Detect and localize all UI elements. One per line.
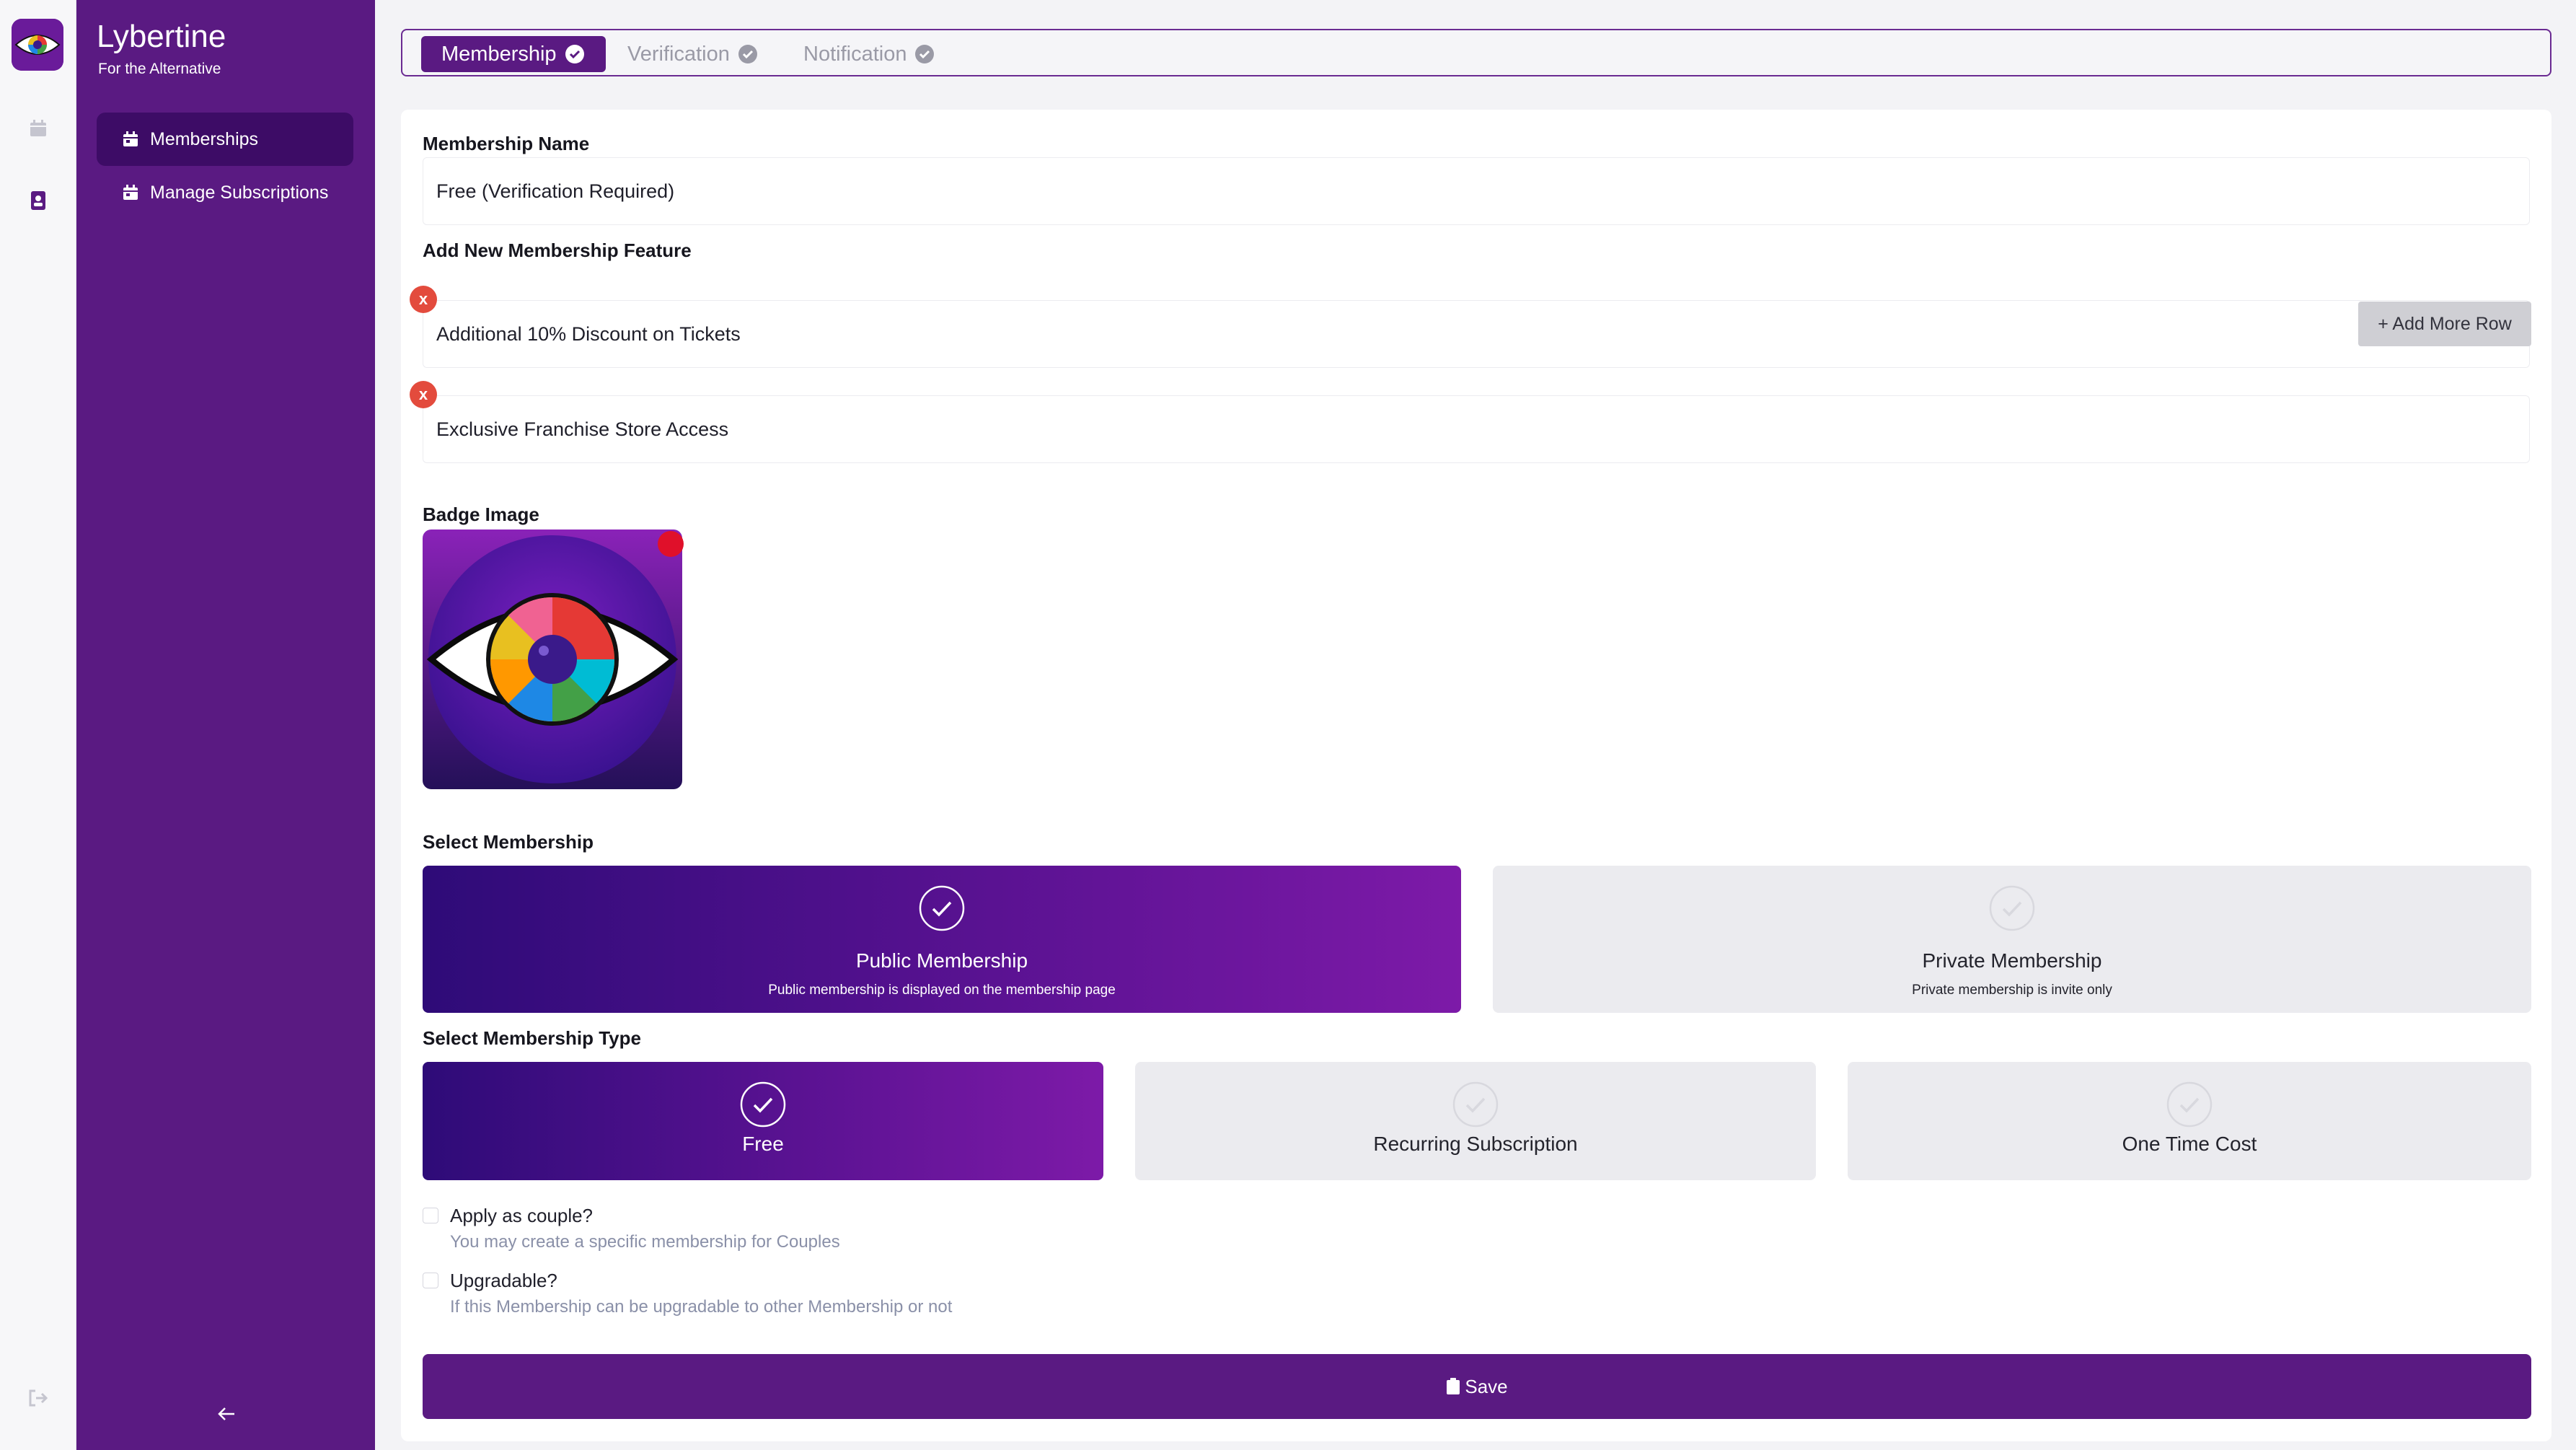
option-title: Recurring Subscription bbox=[1373, 1133, 1578, 1155]
logout-icon[interactable] bbox=[24, 1384, 53, 1412]
sidebar-item-label: Memberships bbox=[150, 128, 259, 149]
select-membership-type-label: Select Membership Type bbox=[423, 1027, 641, 1049]
sidebar-item-memberships[interactable]: Memberships bbox=[97, 113, 353, 166]
sidebar: Lybertine For the Alternative Membership… bbox=[76, 0, 375, 1450]
contact-book-icon[interactable] bbox=[24, 186, 53, 215]
step-label: Notification bbox=[803, 42, 907, 66]
apply-as-couple-label: Apply as couple? bbox=[450, 1205, 594, 1226]
upgradable-checkbox[interactable] bbox=[423, 1273, 438, 1288]
upgradable-hint: If this Membership can be upgradable to … bbox=[450, 1297, 953, 1317]
feature-input-1[interactable]: Additional 10% Discount on Tickets bbox=[423, 300, 2530, 368]
option-title: Public Membership bbox=[855, 949, 1028, 972]
check-circle-icon bbox=[1452, 1081, 1499, 1128]
badge-image bbox=[423, 530, 682, 789]
check-circle-icon bbox=[2166, 1081, 2213, 1128]
type-recurring-subscription-option[interactable]: Recurring Subscription bbox=[1135, 1062, 1816, 1180]
calendar-icon bbox=[123, 131, 138, 146]
brand-subtitle: For the Alternative bbox=[98, 61, 221, 77]
clipboard-icon bbox=[1447, 1378, 1460, 1394]
membership-form: Membership Name Free (Verification Requi… bbox=[401, 110, 2551, 1441]
step-notification[interactable]: Notification bbox=[783, 36, 956, 72]
sidebar-item-manage-subscriptions[interactable]: Manage Subscriptions bbox=[97, 166, 353, 219]
membership-name-input[interactable]: Free (Verification Required) bbox=[423, 157, 2530, 225]
save-label: Save bbox=[1465, 1375, 1508, 1397]
form-stepper: Membership Verification Notification bbox=[401, 29, 2551, 76]
remove-feature-2-button[interactable]: x bbox=[410, 381, 437, 408]
apply-as-couple-checkbox[interactable] bbox=[423, 1208, 438, 1223]
arrow-left-icon bbox=[218, 1407, 234, 1420]
check-circle-icon bbox=[738, 45, 757, 63]
save-button[interactable]: Save bbox=[423, 1354, 2531, 1419]
public-membership-option[interactable]: Public Membership Public membership is d… bbox=[423, 866, 1461, 1013]
features-label: Add New Membership Feature bbox=[423, 240, 692, 261]
badge-image-label: Badge Image bbox=[423, 504, 539, 525]
option-title: Free bbox=[742, 1133, 784, 1155]
step-membership[interactable]: Membership bbox=[421, 36, 606, 72]
remove-badge-button[interactable] bbox=[658, 531, 684, 557]
brand-title: Lybertine bbox=[97, 19, 226, 54]
upgradable-label: Upgradable? bbox=[450, 1270, 557, 1291]
check-circle-icon bbox=[1989, 885, 2035, 931]
step-label: Verification bbox=[627, 42, 730, 66]
membership-name-label: Membership Name bbox=[423, 133, 590, 154]
option-title: One Time Cost bbox=[2122, 1133, 2257, 1155]
calendar-icon[interactable] bbox=[24, 114, 53, 143]
check-circle-icon bbox=[915, 45, 935, 63]
type-free-option[interactable]: Free bbox=[423, 1062, 1103, 1180]
check-circle-icon bbox=[919, 885, 965, 931]
apply-as-couple-hint: You may create a specific membership for… bbox=[450, 1232, 840, 1252]
add-more-row-button[interactable]: + Add More Row bbox=[2358, 302, 2531, 346]
check-circle-icon bbox=[740, 1081, 786, 1128]
type-one-time-cost-option[interactable]: One Time Cost bbox=[1848, 1062, 2531, 1180]
app-logo[interactable] bbox=[12, 19, 63, 71]
icon-rail bbox=[0, 0, 76, 1450]
calendar-icon bbox=[123, 185, 138, 200]
step-label: Membership bbox=[441, 42, 557, 66]
option-description: Private membership is invite only bbox=[1912, 983, 2112, 998]
remove-feature-1-button[interactable]: x bbox=[410, 286, 437, 313]
collapse-sidebar-button[interactable] bbox=[212, 1400, 241, 1428]
check-circle-icon bbox=[565, 45, 584, 63]
option-description: Public membership is displayed on the me… bbox=[768, 983, 1116, 998]
select-membership-label: Select Membership bbox=[423, 831, 594, 853]
private-membership-option[interactable]: Private Membership Private membership is… bbox=[1493, 866, 2531, 1013]
step-verification[interactable]: Verification bbox=[607, 36, 779, 72]
sidebar-item-label: Manage Subscriptions bbox=[150, 182, 329, 203]
option-title: Private Membership bbox=[1922, 949, 2102, 972]
feature-input-2[interactable]: Exclusive Franchise Store Access bbox=[423, 395, 2530, 463]
